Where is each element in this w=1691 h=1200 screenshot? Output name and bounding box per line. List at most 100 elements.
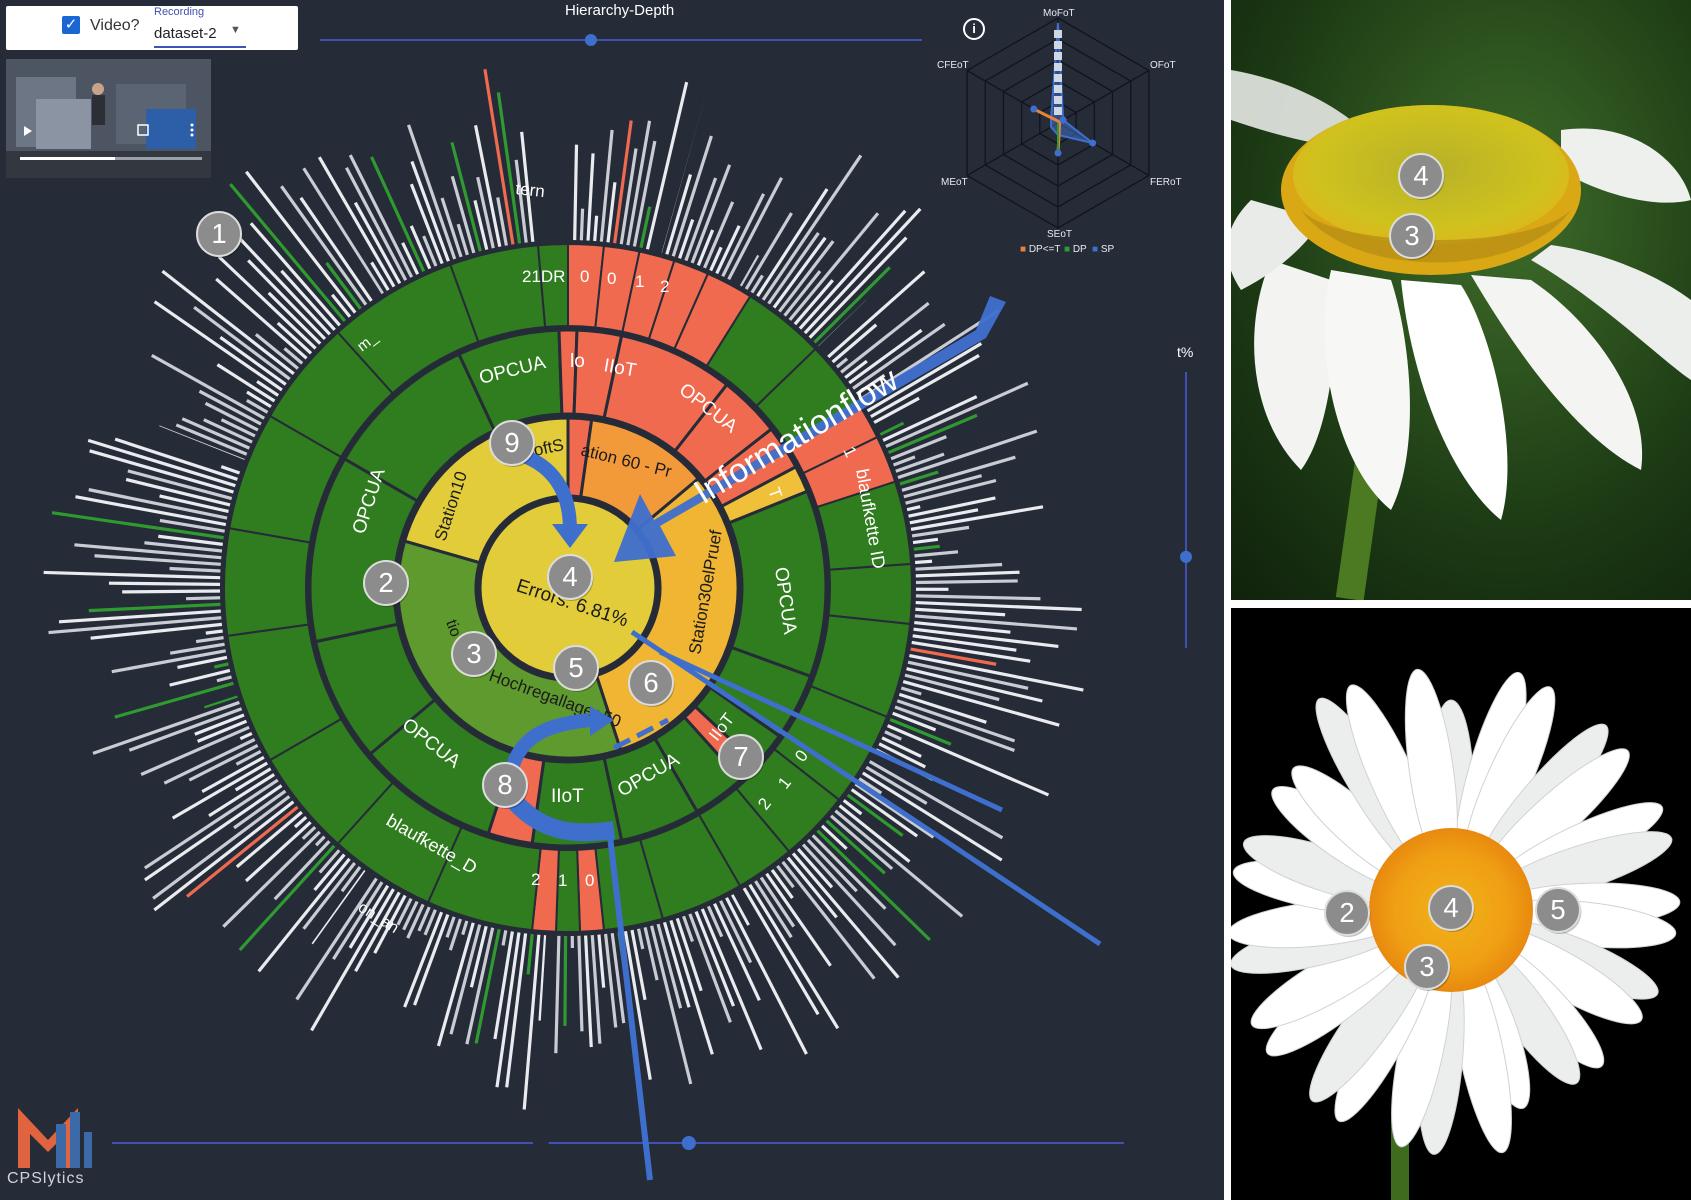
label-iiot-bottom: IIoT (551, 786, 584, 807)
spike-bar (554, 935, 561, 1054)
spike-bar (913, 544, 940, 551)
svg-text:3: 3 (466, 638, 481, 669)
ring3-segment-15[interactable] (827, 562, 913, 626)
spike-gap (732, 887, 848, 1081)
spike-bar (526, 933, 534, 975)
svg-text:3: 3 (1404, 220, 1419, 251)
svg-text:7: 7 (733, 741, 748, 772)
spike-bar (267, 291, 322, 345)
marker-4: 4 (547, 554, 594, 601)
spike-bar (239, 731, 253, 741)
label-0-a: 0 (580, 267, 589, 286)
spike-bar (811, 834, 887, 910)
spike-bar (522, 934, 541, 1110)
spike-bar (193, 305, 291, 381)
spike-bar (584, 935, 593, 1048)
label-0-b: 0 (607, 269, 616, 288)
spike-bar (684, 177, 718, 262)
spike-bar (216, 675, 232, 683)
spike-bar (606, 182, 617, 243)
spike-bar (573, 144, 579, 241)
radar-label-mofot: MoFoT (1043, 8, 1075, 19)
radar-point (1054, 149, 1062, 157)
spike-bar (43, 570, 221, 580)
spike-bar (247, 259, 327, 341)
topview-marker-4: 4 (1428, 885, 1475, 932)
spike-gap (242, 869, 375, 1053)
spike-bar (195, 636, 224, 644)
spike-bar (906, 667, 1043, 703)
radar-point (1054, 96, 1062, 104)
legend-swatch-sp: ■ SP (1092, 244, 1115, 255)
threshold-slider-thumb[interactable] (1180, 550, 1192, 563)
label-lo: lo (570, 351, 585, 372)
radar-point (1059, 116, 1067, 124)
svg-text:1: 1 (211, 218, 226, 249)
marker-7: 7 (718, 734, 765, 781)
spike-bar (436, 922, 475, 1047)
spike-bar (410, 160, 450, 262)
spike-bar (449, 924, 482, 1035)
svg-text:4: 4 (1413, 160, 1428, 191)
spike-bar (403, 911, 444, 1008)
spike-bar (915, 594, 1041, 601)
spike-bar (914, 559, 933, 565)
spike-bar (915, 607, 1006, 617)
spike-bar (912, 537, 939, 545)
spike-bar (915, 600, 1082, 612)
radar-axis (966, 122, 1059, 177)
ring3-segment-23[interactable] (554, 848, 582, 933)
radar-point (1054, 107, 1062, 115)
svg-text:2: 2 (378, 567, 393, 598)
spike-bar (254, 333, 299, 370)
svg-text:6: 6 (643, 667, 658, 698)
spike-bar (900, 686, 922, 696)
spike-bar (694, 910, 736, 1007)
spike-bar (597, 934, 606, 988)
radar-label-ferot: FERoT (1150, 177, 1182, 188)
spike-bar (806, 838, 858, 893)
radar-point (1054, 41, 1062, 49)
label-21dr: 21DR (522, 267, 565, 286)
spike-bar (108, 581, 221, 586)
info-icon[interactable]: i (963, 18, 985, 40)
spike-bar (884, 730, 902, 741)
spike-bar (220, 465, 241, 475)
threshold-label: t% (1177, 344, 1194, 360)
bottom-slider-thumb[interactable] (681, 1136, 696, 1150)
daisy-topview-photo: 2 4 5 3 (1231, 608, 1691, 1200)
spike-bar (776, 864, 795, 889)
spike-bar (898, 692, 987, 724)
spike-bar (445, 916, 456, 938)
hierarchy-slider-thumb[interactable] (584, 34, 597, 46)
radar-point (1089, 139, 1097, 147)
spike-bar (914, 550, 959, 558)
svg-text:5: 5 (568, 652, 583, 683)
spike-bar (915, 570, 1020, 578)
marker-5: 5 (553, 645, 600, 692)
svg-text:5: 5 (1550, 894, 1565, 925)
spike-bar (501, 930, 508, 946)
marker-8: 8 (482, 762, 529, 809)
spike-gap (816, 198, 982, 355)
legend-swatch-dpt: ■ DP<=T (1020, 244, 1061, 255)
label-0-bottom: 0 (585, 871, 594, 890)
ring3-segment-29[interactable] (223, 527, 312, 638)
svg-text:4: 4 (1443, 892, 1458, 923)
spike-bar (835, 357, 849, 369)
spike-bar (563, 935, 568, 1026)
radar-point (1030, 105, 1038, 113)
radar-label-cfeot: CFEoT (937, 60, 969, 71)
marker-1: 1 (196, 211, 243, 258)
sunburst-dashboard: ✓ Video? Recording dataset-2 ▼ Hierarchy… (0, 0, 1224, 1200)
topview-marker-5: 5 (1535, 887, 1582, 934)
svg-text:8: 8 (497, 769, 512, 800)
svg-text:2: 2 (1339, 897, 1354, 928)
spike-bar (914, 614, 1078, 631)
spike-bar (915, 579, 1018, 585)
marker-3: 3 (451, 631, 498, 678)
spike-bar (637, 928, 645, 950)
topview-marker-3: 3 (1404, 944, 1451, 991)
logo-text: CPSlytics (7, 1170, 85, 1187)
spike-bar (122, 589, 221, 594)
